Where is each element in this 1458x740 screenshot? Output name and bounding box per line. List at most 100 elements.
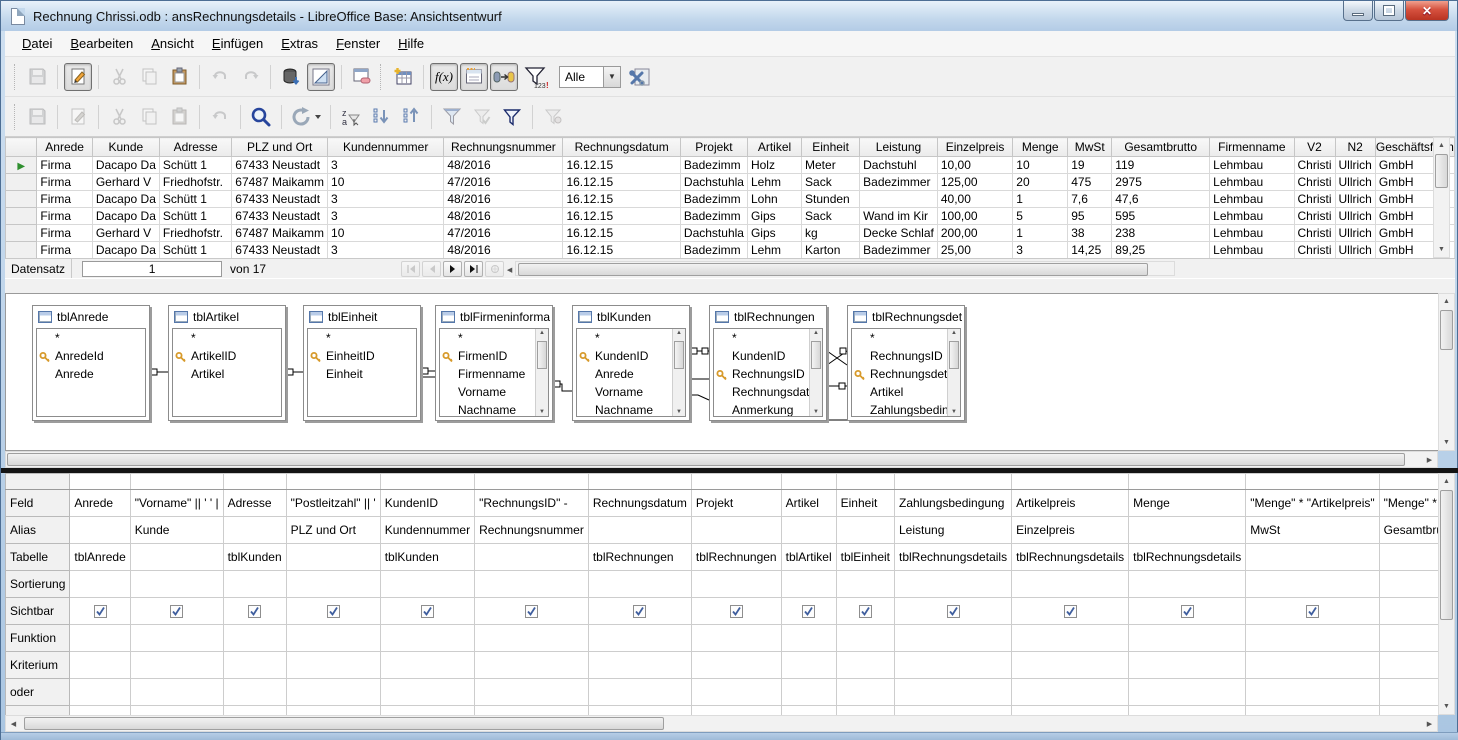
visible-checkbox[interactable] bbox=[1064, 605, 1077, 618]
design-cell[interactable] bbox=[286, 652, 380, 679]
cell[interactable]: 47/2016 bbox=[444, 225, 563, 242]
table-row[interactable]: ▶FirmaDacapo DaSchütt 167433 Neustadt348… bbox=[6, 157, 1455, 174]
design-cell[interactable] bbox=[70, 652, 130, 679]
cell[interactable]: Christi bbox=[1294, 174, 1335, 191]
design-cell[interactable]: tblArtikel bbox=[781, 544, 836, 571]
design-cell[interactable] bbox=[380, 652, 474, 679]
design-cell[interactable] bbox=[130, 598, 223, 625]
cell[interactable]: 48/2016 bbox=[444, 191, 563, 208]
design-cell[interactable]: "RechnungsID" - bbox=[475, 490, 589, 517]
menu-item-ansicht[interactable]: Ansicht bbox=[142, 33, 203, 54]
design-cell[interactable] bbox=[130, 679, 223, 706]
autofilter-button[interactable] bbox=[438, 103, 466, 131]
design-cell[interactable] bbox=[1246, 625, 1379, 652]
find-record-button[interactable] bbox=[247, 103, 275, 131]
scroll-down-icon[interactable]: ▼ bbox=[1439, 435, 1454, 450]
restore-button[interactable] bbox=[1374, 1, 1404, 21]
cell[interactable]: Gips bbox=[747, 225, 801, 242]
save-button[interactable] bbox=[23, 63, 51, 91]
design-cell[interactable] bbox=[1379, 571, 1438, 598]
design-column-header[interactable] bbox=[286, 474, 380, 490]
clear-query-button[interactable] bbox=[348, 63, 376, 91]
cell[interactable]: Decke Schlaf bbox=[860, 225, 938, 242]
field-item[interactable]: * bbox=[852, 329, 947, 347]
diagram-table-title[interactable]: tblArtikel bbox=[169, 306, 285, 328]
design-cell[interactable]: tblRechnungsdetails bbox=[895, 544, 1012, 571]
field-item[interactable]: FirmenID bbox=[440, 347, 535, 365]
cell[interactable]: Badezimm bbox=[680, 242, 747, 259]
cell[interactable]: 2975 bbox=[1112, 174, 1210, 191]
toolbar-grip[interactable] bbox=[380, 64, 385, 90]
design-cell[interactable] bbox=[588, 706, 691, 716]
visible-checkbox[interactable] bbox=[802, 605, 815, 618]
design-cell[interactable] bbox=[70, 571, 130, 598]
design-cell[interactable] bbox=[895, 679, 1012, 706]
scroll-up-icon[interactable]: ▲ bbox=[1439, 474, 1454, 489]
horizontal-splitter[interactable] bbox=[5, 278, 1455, 293]
design-cell[interactable] bbox=[895, 625, 1012, 652]
next-record-button[interactable] bbox=[443, 261, 462, 277]
design-view-button[interactable] bbox=[307, 63, 335, 91]
design-cell[interactable]: Anrede bbox=[70, 490, 130, 517]
cell[interactable]: 47/2016 bbox=[444, 174, 563, 191]
record-number-input[interactable] bbox=[82, 261, 222, 277]
field-item[interactable]: AnredeId bbox=[37, 347, 145, 365]
menu-item-bearbeiten[interactable]: Bearbeiten bbox=[61, 33, 142, 54]
copy-button[interactable] bbox=[135, 63, 163, 91]
design-cell[interactable]: Gesamtbrutto bbox=[1379, 517, 1438, 544]
design-cell[interactable] bbox=[1129, 652, 1246, 679]
design-cell[interactable] bbox=[70, 679, 130, 706]
cell[interactable]: Christi bbox=[1294, 225, 1335, 242]
field-item[interactable]: * bbox=[440, 329, 535, 347]
cell[interactable]: Firma bbox=[37, 225, 92, 242]
visible-checkbox[interactable] bbox=[1306, 605, 1319, 618]
diagram-table-title[interactable]: tblRechnungen bbox=[710, 306, 826, 328]
row-selector[interactable] bbox=[6, 225, 37, 242]
diagram-table-title[interactable]: tblKunden bbox=[573, 306, 689, 328]
column-header-Gesamtbrutto[interactable]: Gesamtbrutto bbox=[1112, 138, 1210, 157]
field-list-scrollbar[interactable] bbox=[947, 329, 960, 416]
visible-checkbox[interactable] bbox=[248, 605, 261, 618]
cell[interactable]: 67487 Maikamm bbox=[232, 174, 328, 191]
save-record-button[interactable] bbox=[23, 103, 51, 131]
design-column-header[interactable] bbox=[781, 474, 836, 490]
diagram-table-tblRechnungsdet[interactable]: tblRechnungsdet*RechnungsIDRechnungsdetA… bbox=[847, 305, 965, 421]
design-cell[interactable]: tblKunden bbox=[223, 544, 286, 571]
design-cell[interactable] bbox=[6, 706, 70, 716]
cell[interactable]: Dacapo Da bbox=[92, 208, 159, 225]
design-cell[interactable] bbox=[895, 571, 1012, 598]
design-cell[interactable]: PLZ und Ort bbox=[286, 517, 380, 544]
design-cell[interactable] bbox=[588, 571, 691, 598]
cell[interactable]: Gerhard V bbox=[92, 225, 159, 242]
cell[interactable]: Lehmbau bbox=[1210, 225, 1294, 242]
column-header-Rechnungsdatum[interactable]: Rechnungsdatum bbox=[563, 138, 680, 157]
menu-item-fenster[interactable]: Fenster bbox=[327, 33, 389, 54]
scroll-down-icon[interactable]: ▼ bbox=[1439, 699, 1454, 714]
field-item[interactable]: * bbox=[308, 329, 416, 347]
design-cell[interactable] bbox=[286, 544, 380, 571]
cell[interactable]: Ullrich bbox=[1335, 191, 1375, 208]
design-cell[interactable] bbox=[1246, 679, 1379, 706]
design-cell[interactable]: Artikel bbox=[781, 490, 836, 517]
field-item[interactable]: Anmerkung bbox=[714, 401, 809, 417]
cell[interactable]: 475 bbox=[1068, 174, 1112, 191]
design-cell[interactable] bbox=[691, 598, 781, 625]
design-grid-hscrollbar[interactable]: ◀ ▶ bbox=[5, 715, 1438, 732]
field-item[interactable]: Firmenname bbox=[440, 365, 535, 383]
field-list-scrollbar[interactable] bbox=[535, 329, 548, 416]
design-cell[interactable] bbox=[475, 706, 589, 716]
design-cell[interactable]: "Menge" * "Artikelpreis" bbox=[1246, 490, 1379, 517]
design-cell[interactable] bbox=[836, 625, 894, 652]
result-grid-vscrollbar[interactable]: ▲ ▼ bbox=[1433, 137, 1450, 258]
design-column-header[interactable] bbox=[380, 474, 474, 490]
paste-button[interactable] bbox=[165, 63, 193, 91]
design-cell[interactable] bbox=[836, 598, 894, 625]
distinct-values-button[interactable]: 123! bbox=[520, 63, 554, 91]
diagram-table-title[interactable]: tblEinheit bbox=[304, 306, 420, 328]
column-header-PLZ und Ort[interactable]: PLZ und Ort bbox=[232, 138, 328, 157]
cell[interactable]: Badezimmer bbox=[860, 242, 938, 259]
scroll-left-icon[interactable]: ◀ bbox=[502, 262, 517, 277]
design-column-header[interactable] bbox=[475, 474, 589, 490]
design-cell[interactable] bbox=[380, 706, 474, 716]
design-cell[interactable] bbox=[691, 652, 781, 679]
